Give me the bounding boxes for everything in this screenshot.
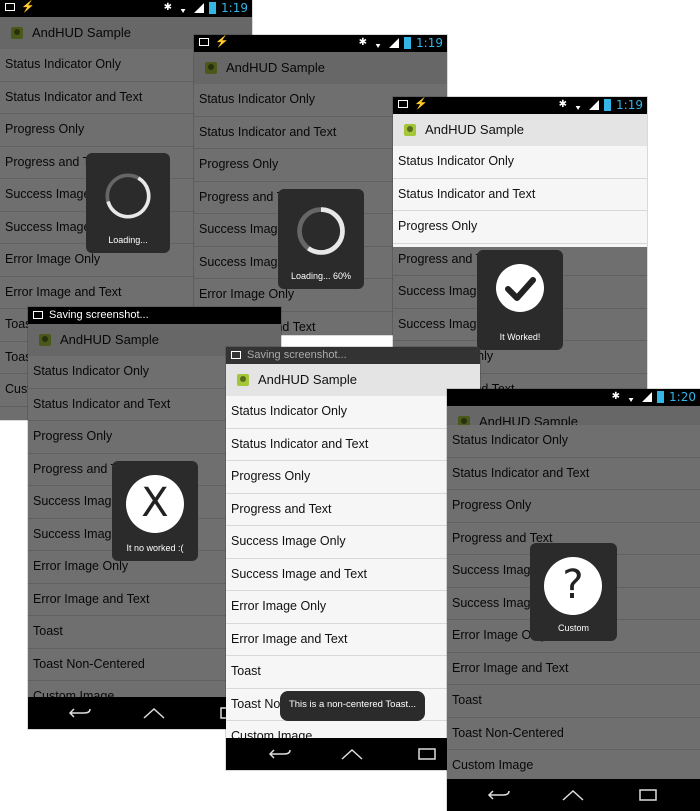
recents-icon[interactable] — [635, 788, 659, 802]
image-icon — [231, 351, 241, 359]
list-item[interactable]: Success Image Only — [226, 526, 480, 559]
home-icon[interactable] — [340, 747, 364, 761]
spinner-icon — [105, 173, 151, 219]
image-icon — [33, 311, 43, 319]
hud-custom: ? Custom — [530, 543, 617, 641]
status-bar: ⚡ ✱ 1:19 — [393, 97, 647, 114]
saving-notice: Saving screenshot... — [49, 309, 149, 321]
clock: 1:19 — [221, 1, 248, 15]
wifi-icon — [625, 392, 638, 402]
list-item[interactable]: Progress and Text — [226, 493, 480, 526]
bolt-icon: ⚡ — [21, 1, 35, 13]
wifi-icon — [572, 100, 585, 110]
check-icon — [505, 277, 536, 301]
battery-icon — [657, 391, 665, 403]
status-bar: ⚡ ✱ 1:19 — [0, 0, 252, 17]
app-title: AndHUD Sample — [32, 25, 131, 40]
status-bar: Saving screenshot... — [226, 347, 480, 364]
list-item[interactable]: Status Indicator and Text — [226, 428, 480, 461]
signal-icon — [194, 3, 205, 13]
status-bar: ⚡ ✱ 1:19 — [194, 35, 447, 52]
nav-bar — [226, 738, 480, 770]
android-icon — [205, 62, 217, 74]
list-item[interactable]: Toast — [226, 656, 480, 689]
hud-label: It no worked :( — [126, 543, 184, 553]
app-title: AndHUD Sample — [60, 332, 159, 347]
list-item[interactable]: Error Image and Text — [226, 623, 480, 656]
hud-label: Loading... 60% — [290, 271, 352, 281]
signal-icon — [589, 100, 600, 110]
action-bar: AndHUD Sample — [393, 114, 647, 147]
list-item[interactable]: Progress Only — [393, 211, 647, 244]
app-title: AndHUD Sample — [425, 122, 524, 137]
bluetooth-icon: ✱ — [163, 2, 173, 13]
hud-label: Custom — [557, 623, 589, 633]
image-icon — [199, 38, 209, 46]
back-icon[interactable] — [68, 706, 92, 720]
list-item[interactable]: Error Image and Text — [447, 652, 700, 685]
list-item[interactable]: Success Image and Text — [226, 558, 480, 591]
android-icon — [39, 334, 51, 346]
close-icon: X — [141, 480, 169, 526]
bluetooth-icon: ✱ — [358, 37, 368, 48]
status-bar: Saving screenshot... — [28, 307, 281, 324]
list-item[interactable]: Toast — [447, 685, 700, 718]
progress-ring — [297, 207, 345, 255]
list-item[interactable]: Status Indicator Only — [447, 425, 700, 458]
wifi-icon — [372, 38, 385, 48]
android-icon — [237, 374, 249, 386]
battery-icon — [404, 37, 412, 49]
hud-loading: Loading... — [86, 153, 170, 253]
list-item[interactable]: Status Indicator and Text — [447, 457, 700, 490]
hud-success: It Worked! — [477, 250, 563, 350]
list-item[interactable]: Status Indicator Only — [226, 396, 480, 429]
toast-message: This is a non-centered Toast... — [280, 691, 425, 721]
clock: 1:20 — [669, 390, 696, 404]
home-icon[interactable] — [561, 788, 585, 802]
bolt-icon: ⚡ — [414, 98, 428, 110]
question-icon: ? — [562, 562, 584, 608]
app-title: AndHUD Sample — [226, 60, 325, 75]
list-item[interactable]: Toast Non-Centered — [447, 717, 700, 750]
action-bar: AndHUD Sample — [226, 364, 480, 397]
list-item[interactable]: Progress Only — [447, 490, 700, 523]
clock: 1:19 — [416, 36, 443, 50]
back-icon[interactable] — [487, 788, 511, 802]
image-icon — [398, 100, 408, 108]
screenshot-custom: ✱ 1:20 AndHUD Sample Status Indicator Onl… — [447, 389, 700, 811]
clock: 1:19 — [616, 98, 643, 112]
nav-bar — [447, 779, 700, 811]
bluetooth-icon: ✱ — [611, 391, 621, 402]
hud-label: Loading... — [108, 235, 148, 245]
list-item[interactable]: Error Image Only — [226, 591, 480, 624]
status-bar: ✱ 1:20 — [447, 389, 700, 406]
list-item[interactable]: Progress Only — [226, 461, 480, 494]
bolt-icon: ⚡ — [215, 36, 229, 48]
app-title: AndHUD Sample — [258, 372, 357, 387]
hud-progress: Loading... 60% — [278, 189, 364, 289]
back-icon[interactable] — [268, 747, 292, 761]
list-item[interactable]: Custom Image — [447, 750, 700, 783]
toast-text: This is a non-centered Toast... — [288, 699, 417, 710]
list-item[interactable]: Status Indicator Only — [393, 146, 647, 179]
bluetooth-icon: ✱ — [558, 99, 568, 110]
recents-icon[interactable] — [414, 747, 438, 761]
battery-icon — [604, 99, 612, 111]
saving-notice: Saving screenshot... — [247, 349, 347, 361]
signal-icon — [389, 38, 400, 48]
screenshot-toast: Saving screenshot... AndHUD Sample Statu… — [226, 347, 480, 770]
image-icon — [5, 3, 15, 11]
hud-label: It Worked! — [499, 332, 541, 342]
signal-icon — [642, 392, 653, 402]
action-bar: AndHUD Sample — [194, 52, 447, 85]
android-icon — [11, 27, 23, 39]
hud-error: X It no worked :( — [112, 461, 198, 561]
wifi-icon — [177, 3, 190, 13]
home-icon[interactable] — [142, 706, 166, 720]
list-item[interactable]: Status Indicator and Text — [393, 178, 647, 211]
android-icon — [404, 124, 416, 136]
battery-icon — [209, 2, 217, 14]
